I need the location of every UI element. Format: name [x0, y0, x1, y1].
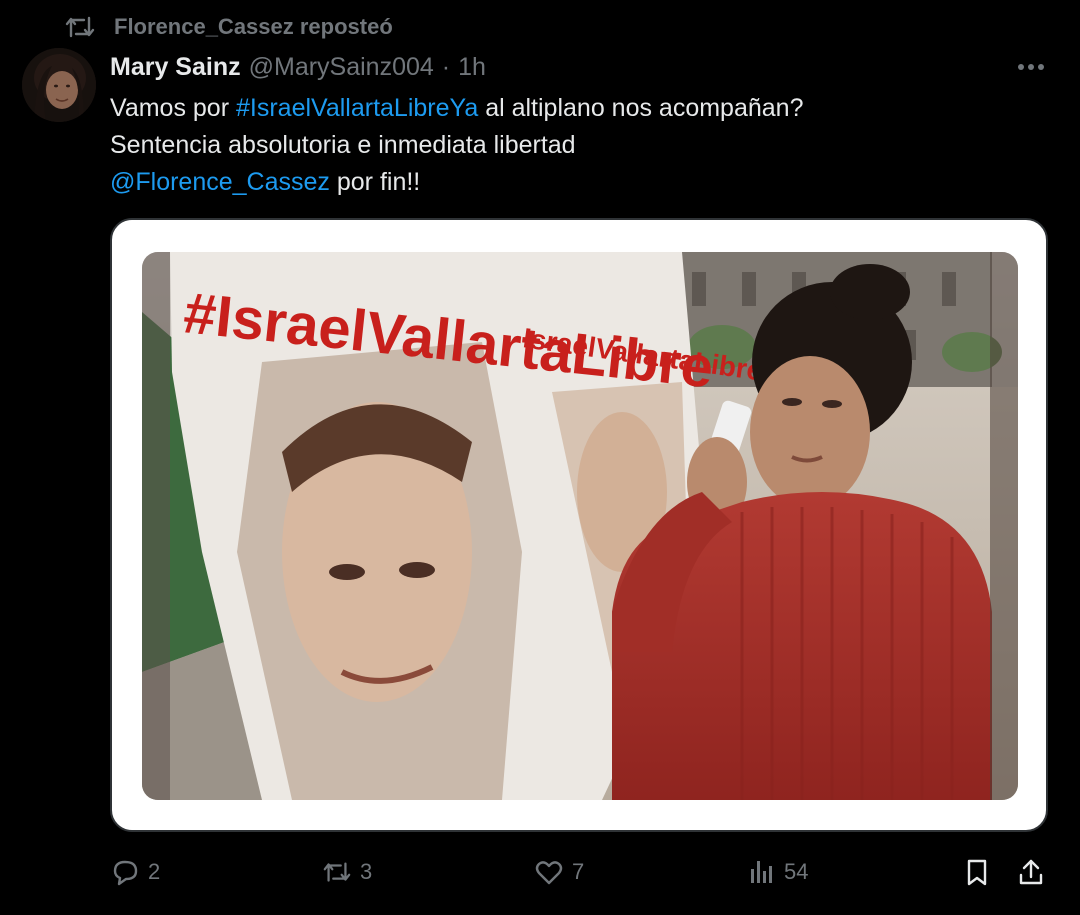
share-icon	[1019, 859, 1043, 885]
heart-icon	[535, 861, 563, 885]
tweet-line-3: @Florence_Cassez por fin!!	[110, 164, 1010, 201]
repost-indicator[interactable]: Florence_Cassez reposteó	[64, 12, 393, 42]
timestamp[interactable]: 1h	[458, 53, 486, 82]
bookmark-button[interactable]	[962, 857, 992, 887]
tweet-header: Mary Sainz @MarySainz004 · 1h	[110, 50, 486, 84]
action-bar: 2 3 7 54	[110, 852, 1050, 892]
reply-count: 2	[148, 859, 161, 884]
views-count: 54	[784, 859, 809, 884]
avatar-photo	[22, 48, 96, 122]
media-card[interactable]: #IsraelVallartaLibre IsraelVallartaLibre	[110, 218, 1048, 832]
text-segment: Vamos por	[110, 94, 236, 122]
separator: ·	[441, 52, 451, 81]
more-options-icon[interactable]	[1016, 52, 1046, 82]
text-segment: por fin!!	[329, 168, 421, 196]
share-button[interactable]	[1016, 857, 1046, 887]
repost-label: Florence_Cassez reposteó	[114, 14, 393, 39]
avatar[interactable]	[22, 48, 96, 122]
hashtag-link[interactable]: #IsraelVallartaLibreYa	[236, 94, 478, 122]
repost-count: 3	[360, 859, 373, 884]
author-handle[interactable]: @MarySainz004	[249, 53, 434, 82]
tweet-line-1: Vamos por #IsraelVallartaLibreYa al alti…	[110, 90, 1010, 127]
mention-link[interactable]: @Florence_Cassez	[110, 168, 330, 196]
tweet-text: Vamos por #IsraelVallartaLibreYa al alti…	[110, 90, 1010, 201]
views-button[interactable]: 54	[746, 857, 808, 887]
tweet-photo[interactable]: #IsraelVallartaLibre IsraelVallartaLibre	[142, 252, 1018, 800]
text-segment: al altiplano nos acompañan?	[478, 94, 804, 122]
views-icon	[751, 861, 772, 883]
repost-icon	[323, 862, 351, 882]
like-button[interactable]: 7	[534, 857, 584, 887]
tweet[interactable]: Florence_Cassez reposteó Mary Sainz @Mar…	[0, 0, 1080, 915]
repost-button[interactable]: 3	[322, 857, 372, 887]
like-count: 7	[572, 859, 585, 884]
tweet-line-2: Sentencia absolutoria e inmediata libert…	[110, 131, 576, 159]
reply-button[interactable]: 2	[110, 857, 160, 887]
author-name[interactable]: Mary Sainz	[110, 53, 241, 82]
bookmark-icon	[967, 859, 987, 886]
repost-icon	[65, 16, 95, 38]
reply-icon	[113, 860, 138, 886]
